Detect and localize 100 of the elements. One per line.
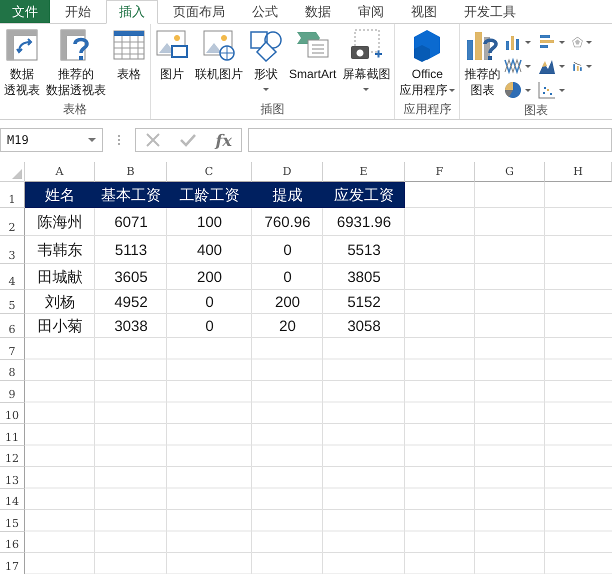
table-cell-text: 200 [196, 268, 224, 288]
row-header[interactable]: 1 [0, 182, 25, 208]
row-header[interactable]: 14 [0, 488, 25, 510]
column-header[interactable]: D [252, 162, 323, 182]
table-cell-text: 0 [204, 292, 215, 312]
caret-icon [559, 64, 566, 68]
ribbon-tab[interactable]: 开始 [53, 0, 103, 23]
row-header[interactable]: 15 [0, 510, 25, 532]
row-header[interactable]: 11 [0, 424, 25, 446]
table-cell-text: 20 [278, 316, 297, 336]
screenshot-icon [349, 28, 384, 62]
table-cell-text: 5152 [346, 292, 382, 312]
formula-input[interactable] [248, 128, 612, 152]
caret-icon [525, 64, 532, 68]
ribbon-tab[interactable]: 开发工具 [452, 0, 528, 23]
row-header[interactable]: 2 [0, 208, 25, 236]
row-header[interactable]: 8 [0, 360, 25, 381]
column-header[interactable]: A [25, 162, 95, 182]
table-cell-text: 0 [204, 316, 215, 336]
column-header[interactable]: H [545, 162, 612, 182]
column-header[interactable]: E [323, 162, 405, 182]
caret-icon [525, 88, 532, 92]
check-icon[interactable] [179, 132, 198, 148]
line-chart-icon[interactable] [504, 57, 522, 75]
row-header[interactable]: 3 [0, 236, 25, 264]
caret-icon [586, 64, 592, 68]
ribbon-button[interactable]: 推荐的 数据透视表 [44, 28, 108, 101]
ribbon-tab[interactable]: 公式 [240, 0, 290, 23]
ribbon-tab[interactable]: 插入 [106, 0, 158, 24]
ribbon-button[interactable]: 图片 [153, 28, 191, 101]
table-cell-text: 400 [196, 240, 224, 260]
row-header[interactable]: 9 [0, 381, 25, 402]
row-header[interactable]: 6 [0, 314, 25, 338]
pivot-table-icon [5, 28, 39, 62]
group-label: 插图 [260, 101, 286, 118]
group-label: 图表 [523, 102, 550, 119]
row-header[interactable]: 16 [0, 532, 25, 553]
grip-icon [117, 134, 121, 146]
picture-globe-icon [202, 28, 236, 62]
ribbon-button[interactable]: 推荐的 图表 [462, 28, 502, 102]
table-icon [112, 28, 146, 62]
table-cell: 工龄工资 [167, 182, 252, 208]
caret-icon [586, 40, 592, 44]
table-cell: 提成 [252, 182, 323, 208]
table-cell-text: 200 [274, 292, 302, 312]
table-cell-text: 3605 [113, 268, 149, 288]
bar-chart-icon[interactable] [538, 33, 556, 51]
ribbon-button[interactable]: 表格 [110, 28, 148, 101]
column-header[interactable]: F [405, 162, 475, 182]
table-cell-text: 760.96 [264, 212, 312, 232]
column-header[interactable]: C [167, 162, 252, 182]
table-cell-text: 3058 [346, 316, 382, 336]
row-header[interactable]: 10 [0, 402, 25, 424]
row-header[interactable]: 5 [0, 290, 25, 314]
table-cell-text: 0 [282, 268, 293, 288]
caret-icon [88, 138, 96, 142]
group-label: 应用程序 [402, 101, 452, 118]
table-cell-text: 3038 [113, 316, 149, 336]
table-cell: 应发工资 [323, 182, 405, 208]
insert-function-button[interactable]: fx [215, 130, 232, 150]
table-cell-text: 0 [282, 240, 293, 260]
table-cell-text: 6071 [113, 212, 149, 232]
table-cell-text: 4952 [113, 292, 149, 312]
scatter-chart-icon[interactable] [538, 81, 556, 99]
table-cell-text: 3805 [346, 268, 382, 288]
caret-icon [525, 40, 532, 44]
ribbon-tab[interactable]: 页面布局 [161, 0, 237, 23]
ribbon-tab[interactable]: 视图 [399, 0, 449, 23]
ribbon-button[interactable]: 形状 [247, 28, 285, 101]
row-header[interactable]: 12 [0, 446, 25, 467]
caret-icon [559, 40, 566, 44]
ribbon-button[interactable]: 屏幕截图 [340, 28, 392, 101]
pie-chart-icon[interactable] [504, 81, 522, 99]
table-cell-text: 100 [196, 212, 224, 232]
table-cell-text: 6931.96 [336, 212, 392, 232]
name-box[interactable]: M19 [0, 128, 103, 152]
ribbon-button[interactable]: 联机图片 [193, 28, 245, 101]
row-header[interactable]: 4 [0, 264, 25, 290]
row-header[interactable]: 13 [0, 467, 25, 488]
table-cell-text: 田城献 [36, 268, 84, 288]
caret-icon [559, 88, 566, 92]
row-header[interactable]: 17 [0, 553, 25, 574]
ribbon-tab[interactable]: 文件 [0, 0, 50, 23]
group-label: 表格 [62, 101, 88, 118]
ribbon-button[interactable]: Office 应用程序 [397, 28, 458, 101]
ribbon-tab[interactable]: 审阅 [346, 0, 396, 23]
table-cell-text: 5513 [346, 240, 382, 260]
ribbon-tab[interactable]: 数据 [293, 0, 343, 23]
table-cell-text: 韦韩东 [36, 240, 84, 260]
ribbon-button[interactable]: SmartArt [287, 28, 338, 101]
table-cell: 姓名 [25, 182, 95, 208]
column-header[interactable]: G [475, 162, 545, 182]
table-cell-text: 刘杨 [44, 292, 76, 312]
row-header[interactable]: 7 [0, 338, 25, 360]
table-cell-text: 陈海州 [36, 212, 84, 232]
ribbon-button[interactable]: 数据 透视表 [2, 28, 42, 101]
table-cell: 基本工资 [95, 182, 167, 208]
column-header[interactable]: B [95, 162, 167, 182]
table-cell-text: 5113 [114, 240, 148, 260]
table-cell-text: 田小菊 [36, 316, 84, 336]
